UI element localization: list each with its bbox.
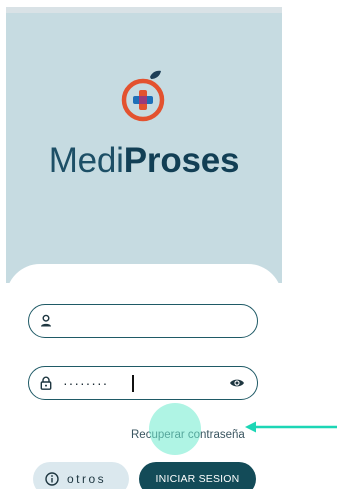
login-screen: MediProses Recuperar contraseña o [6, 7, 282, 489]
lock-icon [40, 376, 52, 390]
login-button[interactable]: INICIAR SESION [139, 462, 256, 489]
eye-icon[interactable] [229, 377, 245, 389]
username-input[interactable] [63, 311, 213, 331]
others-button[interactable]: otros [33, 462, 129, 489]
text-cursor [132, 375, 134, 392]
others-button-label: otros [67, 472, 107, 486]
login-button-label: INICIAR SESION [155, 473, 240, 485]
password-field[interactable] [28, 366, 258, 400]
hero-header: MediProses [6, 13, 282, 283]
tap-indicator [149, 403, 201, 455]
user-icon [41, 314, 51, 327]
app-logo-icon [121, 70, 165, 122]
brand-name-bold: Proses [123, 141, 240, 180]
pointer-arrow [245, 421, 337, 433]
info-icon [45, 472, 59, 486]
username-field[interactable] [28, 304, 258, 338]
brand-name-light: Medi [48, 141, 124, 180]
brand-name: MediProses [6, 141, 282, 181]
password-input[interactable] [63, 373, 213, 393]
